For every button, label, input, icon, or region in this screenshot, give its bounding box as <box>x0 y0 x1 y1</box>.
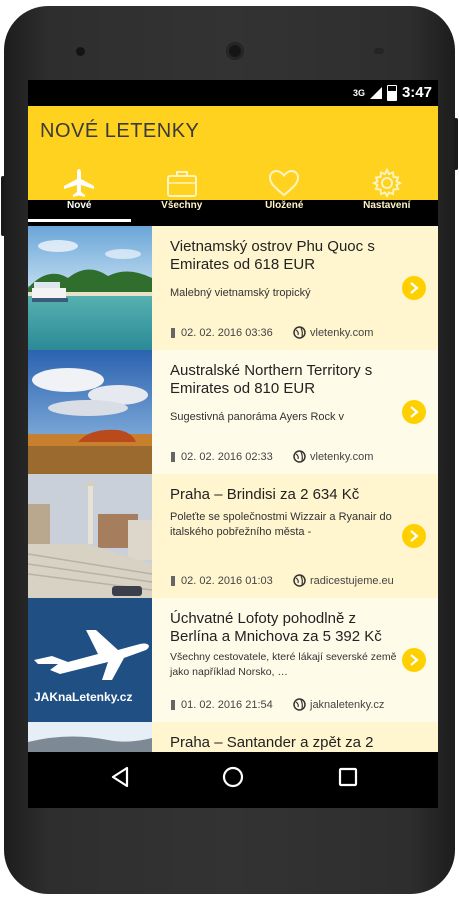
app-title: NOVÉ LETENKY <box>40 120 200 142</box>
open-item-button[interactable] <box>402 400 426 424</box>
chevron-right-icon <box>410 654 419 666</box>
heart-icon <box>269 169 300 197</box>
globe-icon <box>293 574 306 587</box>
item-description: Malebný vietnamský tropický <box>170 287 311 299</box>
item-title: Australské Northern Territory s Emirates… <box>170 362 373 397</box>
gear-icon <box>371 168 402 198</box>
item-date: 02. 02. 2016 02:33 <box>181 450 273 463</box>
item-description: Všechny cestovatele, které lákají severs… <box>170 651 397 678</box>
item-description: Poleťte se společnostmi Wizzair a Ryanai… <box>170 511 392 538</box>
thumbnail-ayers-rock <box>28 350 152 474</box>
thumbnail-island-ferry <box>28 226 152 350</box>
list-item[interactable]: Praha – Brindisi za 2 634 Kč Poleťte se … <box>28 474 438 598</box>
item-source: radicestujeme.eu <box>310 574 394 587</box>
item-title: Vietnamský ostrov Phu Quoc s Emirates od… <box>170 238 375 273</box>
list-item[interactable]: Australské Northern Territory s Emirates… <box>28 350 438 474</box>
tab-all[interactable]: Všechny <box>131 162 234 222</box>
earpiece <box>226 42 244 60</box>
calendar-icon <box>171 575 175 586</box>
home-button[interactable] <box>222 766 244 793</box>
back-button[interactable] <box>110 766 130 793</box>
thumbnail-jaknaletenky: JAKnaLetenky.cz <box>28 598 152 722</box>
calendar-icon <box>171 327 175 338</box>
recents-button[interactable] <box>338 766 358 793</box>
phone-frame: 3G 3:47 NOVÉ LETENKY Nové Všechny Uložen… <box>1 6 458 894</box>
system-nav-bar <box>28 752 438 808</box>
volume-button <box>454 118 458 170</box>
home-circle-icon <box>222 766 244 788</box>
item-title: Úchvatné Lofoty pohodlně z Berlína a Mni… <box>170 610 382 645</box>
globe-icon <box>293 326 306 339</box>
jaknaletenky-logo: JAKnaLetenky.cz <box>34 690 133 704</box>
front-camera <box>76 47 85 56</box>
tab-label: Všechny <box>161 200 203 211</box>
globe-icon <box>293 698 306 711</box>
briefcase-icon <box>166 171 197 197</box>
chevron-right-icon <box>410 282 419 294</box>
battery-icon <box>386 84 397 101</box>
list-item[interactable]: Vietnamský ostrov Phu Quoc s Emirates od… <box>28 226 438 350</box>
signal-icon <box>369 86 382 99</box>
list-item[interactable]: JAKnaLetenky.cz Úchvatné Lofoty pohodlně… <box>28 598 438 722</box>
tab-saved[interactable]: Uložené <box>233 162 336 222</box>
airplane-icon <box>64 169 95 197</box>
clock: 3:47 <box>401 84 432 101</box>
power-button <box>1 176 5 236</box>
chevron-right-icon <box>410 530 419 542</box>
item-title: Praha – Santander a zpět za 2 <box>170 734 374 751</box>
tab-bar: Nové Všechny Uložené Nastavení <box>28 162 438 222</box>
calendar-icon <box>171 699 175 710</box>
item-date: 01. 02. 2016 21:54 <box>181 698 273 711</box>
screen: 3G 3:47 NOVÉ LETENKY Nové Všechny Uložen… <box>28 80 438 808</box>
tab-label: Nastavení <box>363 200 411 211</box>
item-source: jaknaletenky.cz <box>310 698 385 711</box>
open-item-button[interactable] <box>402 524 426 548</box>
item-source: vletenky.com <box>310 326 374 339</box>
open-item-button[interactable] <box>402 276 426 300</box>
recents-square-icon <box>338 767 358 787</box>
thumbnail-brindisi <box>28 474 152 598</box>
item-source: vletenky.com <box>310 450 374 463</box>
network-type: 3G <box>352 87 365 98</box>
proximity-sensor <box>374 48 384 54</box>
item-date: 02. 02. 2016 01:03 <box>181 574 273 587</box>
chevron-right-icon <box>410 406 419 418</box>
item-description: Sugestivná panoráma Ayers Rock v <box>170 411 345 423</box>
item-title: Praha – Brindisi za 2 634 Kč <box>170 486 360 503</box>
back-triangle-icon <box>111 766 129 788</box>
app-bar: NOVÉ LETENKY Nové Všechny Uložené Nastav… <box>28 106 438 222</box>
globe-icon <box>293 450 306 463</box>
airplane-logo-icon <box>34 630 149 680</box>
tab-label: Uložené <box>265 200 304 211</box>
tab-label: Nové <box>67 200 92 211</box>
calendar-icon <box>171 451 175 462</box>
item-date: 02. 02. 2016 03:36 <box>181 326 273 339</box>
article-list: Vietnamský ostrov Phu Quoc s Emirates od… <box>28 226 438 808</box>
tab-new[interactable]: Nové <box>28 162 131 222</box>
open-item-button[interactable] <box>402 648 426 672</box>
tab-settings[interactable]: Nastavení <box>336 162 439 222</box>
status-bar: 3G 3:47 <box>28 80 438 106</box>
